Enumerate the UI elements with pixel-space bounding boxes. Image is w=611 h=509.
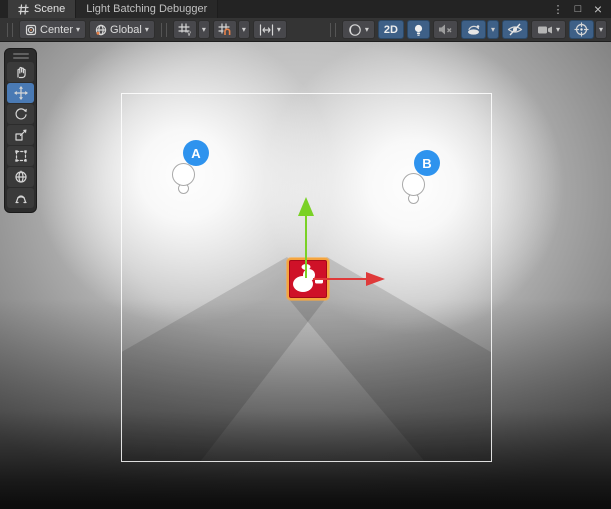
grid-snap-magnet-icon: [218, 23, 232, 36]
toolbar-drag-handle[interactable]: [161, 23, 167, 37]
pivot-mode-button[interactable]: Center ▾: [19, 20, 86, 39]
view-tool-button[interactable]: [7, 62, 34, 82]
scale-tool-button[interactable]: [7, 125, 34, 145]
svg-text:y: y: [187, 30, 191, 37]
orientation-label: Global: [110, 24, 142, 36]
gizmo-y-arrowhead[interactable]: [298, 197, 314, 216]
chevron-down-icon: ▾: [145, 26, 149, 34]
tools-overlay: [4, 48, 37, 213]
rotate-tool-button[interactable]: [7, 104, 34, 124]
light-a-bulb-icon[interactable]: [172, 163, 195, 186]
gizmo-x-arrowhead[interactable]: [366, 272, 385, 286]
effects-dropdown[interactable]: ▾: [487, 20, 499, 39]
custom-tool-claw-icon: [14, 191, 28, 205]
tab-light-batching-debugger-label: Light Batching Debugger: [86, 3, 207, 15]
scale-icon: [14, 128, 28, 142]
chevron-down-icon: ▾: [556, 26, 560, 34]
transform-tool-button[interactable]: [7, 167, 34, 187]
maximize-icon[interactable]: □: [571, 2, 585, 16]
circled-crosshair-icon: [574, 22, 589, 37]
light-bulb-icon: [412, 23, 425, 37]
chevron-down-icon: ▾: [242, 26, 246, 34]
scene-visibility-button[interactable]: [502, 20, 528, 39]
hand-icon: [14, 65, 28, 79]
pivot-center-icon: [25, 24, 37, 36]
effects-button[interactable]: [461, 20, 486, 39]
rotate-icon: [14, 107, 28, 121]
scene-viewport[interactable]: A B: [0, 42, 611, 509]
toolbar-drag-handle[interactable]: [330, 23, 336, 37]
light-b-badge: B: [414, 150, 440, 176]
gizmo-y-axis[interactable]: [305, 215, 307, 278]
chevron-down-icon: ▾: [491, 26, 495, 34]
grid-snapping-button[interactable]: [213, 20, 237, 39]
globe-icon: [95, 24, 107, 36]
scene-toolbar: Center ▾ Global ▾ y ▾: [0, 18, 611, 42]
component-tools-dropdown[interactable]: ▾: [595, 20, 607, 39]
light-b-label: B: [422, 156, 431, 171]
camera-settings-button[interactable]: ▾: [531, 20, 566, 39]
pivot-mode-label: Center: [40, 24, 73, 36]
scene-grid-icon: [18, 4, 29, 15]
custom-tools-button[interactable]: [7, 188, 34, 208]
audio-muted-icon: [438, 23, 453, 36]
snap-increment-button[interactable]: ▾: [253, 20, 287, 39]
window-menu-icon[interactable]: ⋮: [551, 2, 565, 16]
light-a-label: A: [191, 146, 200, 161]
camera-icon: [537, 24, 553, 36]
rect-tool-button[interactable]: [7, 146, 34, 166]
unity-scene-window: Scene Light Batching Debugger ⋮ □ × Cent…: [0, 0, 611, 509]
move-icon: [14, 86, 28, 100]
mode-2d-label: 2D: [384, 24, 398, 36]
light-a-badge: A: [183, 140, 209, 166]
tab-light-batching-debugger[interactable]: Light Batching Debugger: [75, 0, 218, 18]
orientation-button[interactable]: Global ▾: [89, 20, 155, 39]
toolbar-drag-handle[interactable]: [7, 23, 13, 37]
close-icon[interactable]: ×: [591, 2, 605, 16]
component-tools-button[interactable]: [569, 20, 594, 39]
shaded-sphere-icon: [348, 23, 362, 37]
move-tool-button[interactable]: [7, 83, 34, 103]
chevron-down-icon: ▾: [599, 26, 603, 34]
mode-2d-button[interactable]: 2D: [378, 20, 404, 39]
chevron-down-icon: ▾: [365, 26, 369, 34]
tab-bar: Scene Light Batching Debugger ⋮ □ ×: [0, 0, 611, 18]
window-controls: ⋮ □ ×: [551, 0, 611, 18]
gizmo-x-axis[interactable]: [313, 278, 367, 280]
chevron-down-icon: ▾: [202, 26, 206, 34]
tab-scene[interactable]: Scene: [8, 0, 75, 18]
grid-axis-icon: y: [178, 23, 192, 36]
chevron-down-icon: ▾: [277, 26, 281, 34]
overlay-drag-handle[interactable]: [7, 51, 34, 60]
tab-scene-label: Scene: [34, 3, 65, 15]
snap-increment-icon: [259, 24, 274, 36]
effects-icon: [466, 23, 481, 37]
light-b-bulb-icon[interactable]: [402, 173, 425, 196]
audio-mute-button[interactable]: [433, 20, 458, 39]
grid-visibility-dropdown[interactable]: ▾: [198, 20, 210, 39]
grid-visibility-button[interactable]: y: [173, 20, 197, 39]
scene-lighting-button[interactable]: [407, 20, 430, 39]
transform-icon: [14, 170, 28, 184]
rect-tool-icon: [14, 149, 28, 163]
shading-mode-button[interactable]: ▾: [342, 20, 375, 39]
grid-snapping-dropdown[interactable]: ▾: [238, 20, 250, 39]
eye-hidden-icon: [507, 23, 523, 36]
chevron-down-icon: ▾: [76, 26, 80, 34]
